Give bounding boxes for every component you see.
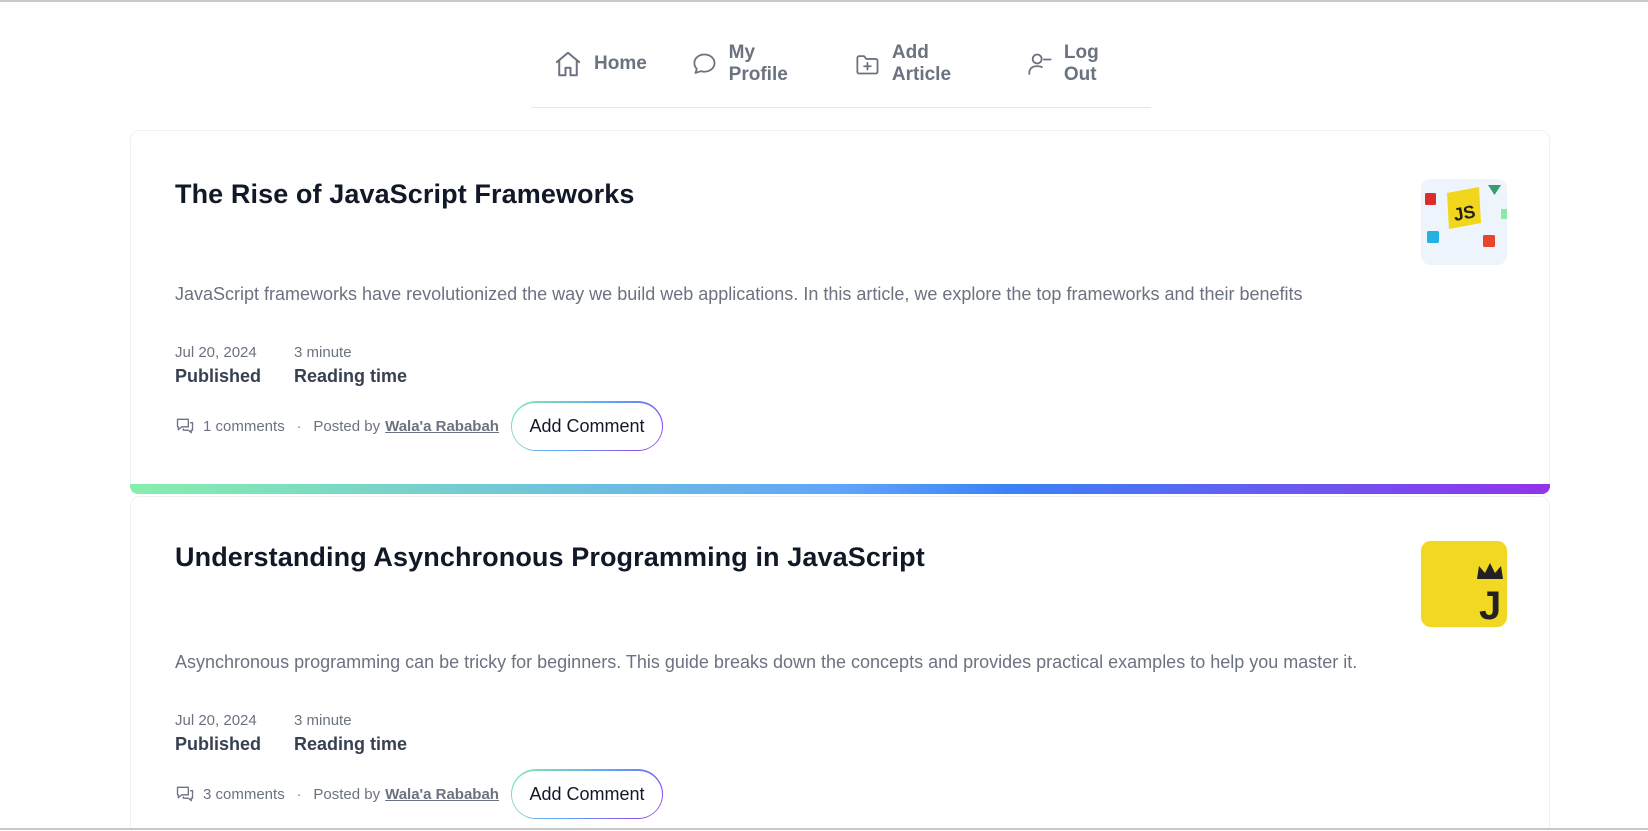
publish-date: Jul 20, 2024 (175, 344, 257, 361)
publish-status: Published (175, 734, 262, 754)
article-card: Understanding Asynchronous Programming i… (130, 496, 1550, 831)
comments-icon (176, 786, 194, 802)
publish-date: Jul 20, 2024 (175, 712, 257, 729)
article-footer: 1 comments · Posted by Wala'a Rababah Ad… (175, 401, 664, 451)
article-meta: Jul 20, 2024 Published 3 minute Reading … (175, 711, 407, 757)
thumbnail-js-text: JS (1452, 201, 1477, 225)
add-comment-button[interactable]: Add Comment (512, 770, 662, 818)
nav-home-label: Home (594, 53, 647, 74)
posted-by-label: Posted by (313, 417, 381, 435)
nav-my-profile-label: My Profile (728, 42, 788, 85)
reading-info: 3 minute Reading time (294, 711, 407, 757)
nav-log-out-label: Log Out (1063, 42, 1099, 85)
article-title[interactable]: The Rise of JavaScript Frameworks (175, 179, 634, 210)
reading-time-label: Reading time (294, 734, 408, 754)
add-comment-button-border: Add Comment (510, 401, 664, 451)
article-card: The Rise of JavaScript Frameworks JS Jav… (130, 130, 1550, 494)
posted-by-label: Posted by (313, 785, 381, 803)
reading-info: 3 minute Reading time (294, 343, 407, 389)
card-gradient-divider (130, 484, 1550, 494)
user-minus-icon (1028, 53, 1052, 75)
article-excerpt: JavaScript frameworks have revolutionize… (175, 284, 1303, 304)
article-meta: Jul 20, 2024 Published 3 minute Reading … (175, 343, 407, 389)
author-link[interactable]: Wala'a Rababah (385, 418, 499, 435)
nav-add-article-label: Add Article (891, 42, 952, 85)
publish-info: Jul 20, 2024 Published (175, 343, 261, 389)
js-frameworks-thumbnail: JS (1421, 179, 1507, 265)
nav-log-out[interactable]: Log Out (1004, 42, 1151, 85)
reading-time-value: 3 minute (294, 712, 352, 729)
thumbnail-j-text: J (1479, 584, 1501, 627)
folder-plus-icon (856, 55, 879, 75)
comments-icon (176, 418, 194, 434)
nav-my-profile[interactable]: My Profile (669, 42, 832, 85)
nav-home[interactable]: Home (531, 44, 669, 84)
comments-count[interactable]: 3 comments (203, 786, 285, 803)
window-top-border (0, 0, 1648, 3)
js-crown-thumbnail: J (1421, 541, 1507, 627)
publish-status: Published (175, 366, 262, 386)
separator-dot: · (296, 418, 302, 434)
reading-time-label: Reading time (294, 366, 408, 386)
add-comment-button-border: Add Comment (510, 769, 664, 819)
separator-dot: · (296, 786, 302, 802)
nav-add-article[interactable]: Add Article (832, 42, 1004, 85)
author-link[interactable]: Wala'a Rababah (385, 786, 499, 803)
reading-time-value: 3 minute (294, 344, 352, 361)
add-comment-button[interactable]: Add Comment (512, 402, 662, 450)
home-icon (555, 51, 581, 77)
article-excerpt: Asynchronous programming can be tricky f… (175, 652, 1358, 672)
chat-bubble-icon (693, 53, 716, 74)
article-footer: 3 comments · Posted by Wala'a Rababah Ad… (175, 769, 664, 819)
comments-count[interactable]: 1 comments (203, 418, 285, 435)
article-thumbnail: J (1421, 541, 1507, 627)
publish-info: Jul 20, 2024 Published (175, 711, 261, 757)
main-nav: Home My Profile Add Article Log Out (531, 42, 1151, 108)
article-thumbnail: JS (1421, 179, 1507, 265)
article-title[interactable]: Understanding Asynchronous Programming i… (175, 542, 925, 573)
